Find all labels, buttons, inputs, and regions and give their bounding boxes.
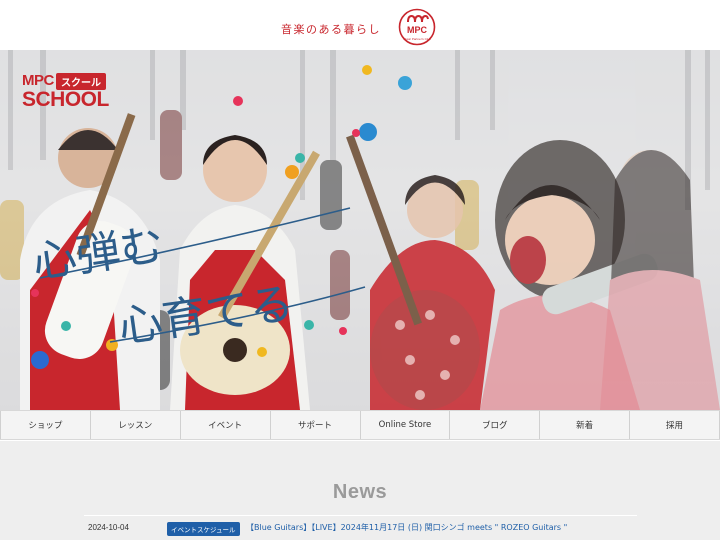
mpc-school-logo[interactable]: MPC スクール SCHOOL (22, 72, 124, 111)
school-logo-mpc: MPC (22, 72, 54, 89)
news-title: News (332, 481, 388, 503)
school-logo-school: SCHOOL (22, 88, 109, 111)
nav-item-blog[interactable]: ブログ (450, 411, 541, 439)
nav-item-new[interactable]: 新着 (540, 411, 631, 439)
nav-item-lesson[interactable]: レッスン (90, 411, 181, 439)
mpc-logo-text: MPC (407, 25, 428, 35)
site-tagline: 音楽のある暮らし (281, 23, 381, 36)
nav-item-support[interactable]: サポート (270, 411, 361, 439)
nav-item-event[interactable]: イベント (180, 411, 271, 439)
news-item-link[interactable]: 【Blue Guitars】【LIVE】2024年11月17日 (日) 関口シン… (246, 522, 567, 533)
mpc-logo[interactable]: MPC Music Partner's Club (397, 8, 437, 46)
hero-banner[interactable]: 心弾む 心育てる MPC スクール SCHOOL (0, 50, 720, 410)
news-divider (84, 515, 637, 516)
news-item[interactable]: 2024-10-04 イベントスケジュール 【Blue Guitars】【LIV… (84, 521, 637, 537)
site-header: 音楽のある暮らし MPC Music Partner's Club (0, 0, 720, 50)
main-nav: ショップ レッスン イベント サポート Online Store ブログ 新着 … (0, 410, 720, 440)
news-item-category-badge[interactable]: イベントスケジュール (167, 522, 240, 536)
nav-item-online-store[interactable]: Online Store (360, 411, 451, 439)
news-item-date: 2024-10-04 (88, 523, 129, 532)
nav-item-recruit[interactable]: 採用 (630, 411, 720, 439)
nav-item-shop[interactable]: ショップ (0, 411, 91, 439)
news-section: News 2024-10-04 イベントスケジュール 【Blue Guitars… (0, 441, 720, 540)
mpc-logo-subtext: Music Partner's Club (403, 37, 431, 41)
